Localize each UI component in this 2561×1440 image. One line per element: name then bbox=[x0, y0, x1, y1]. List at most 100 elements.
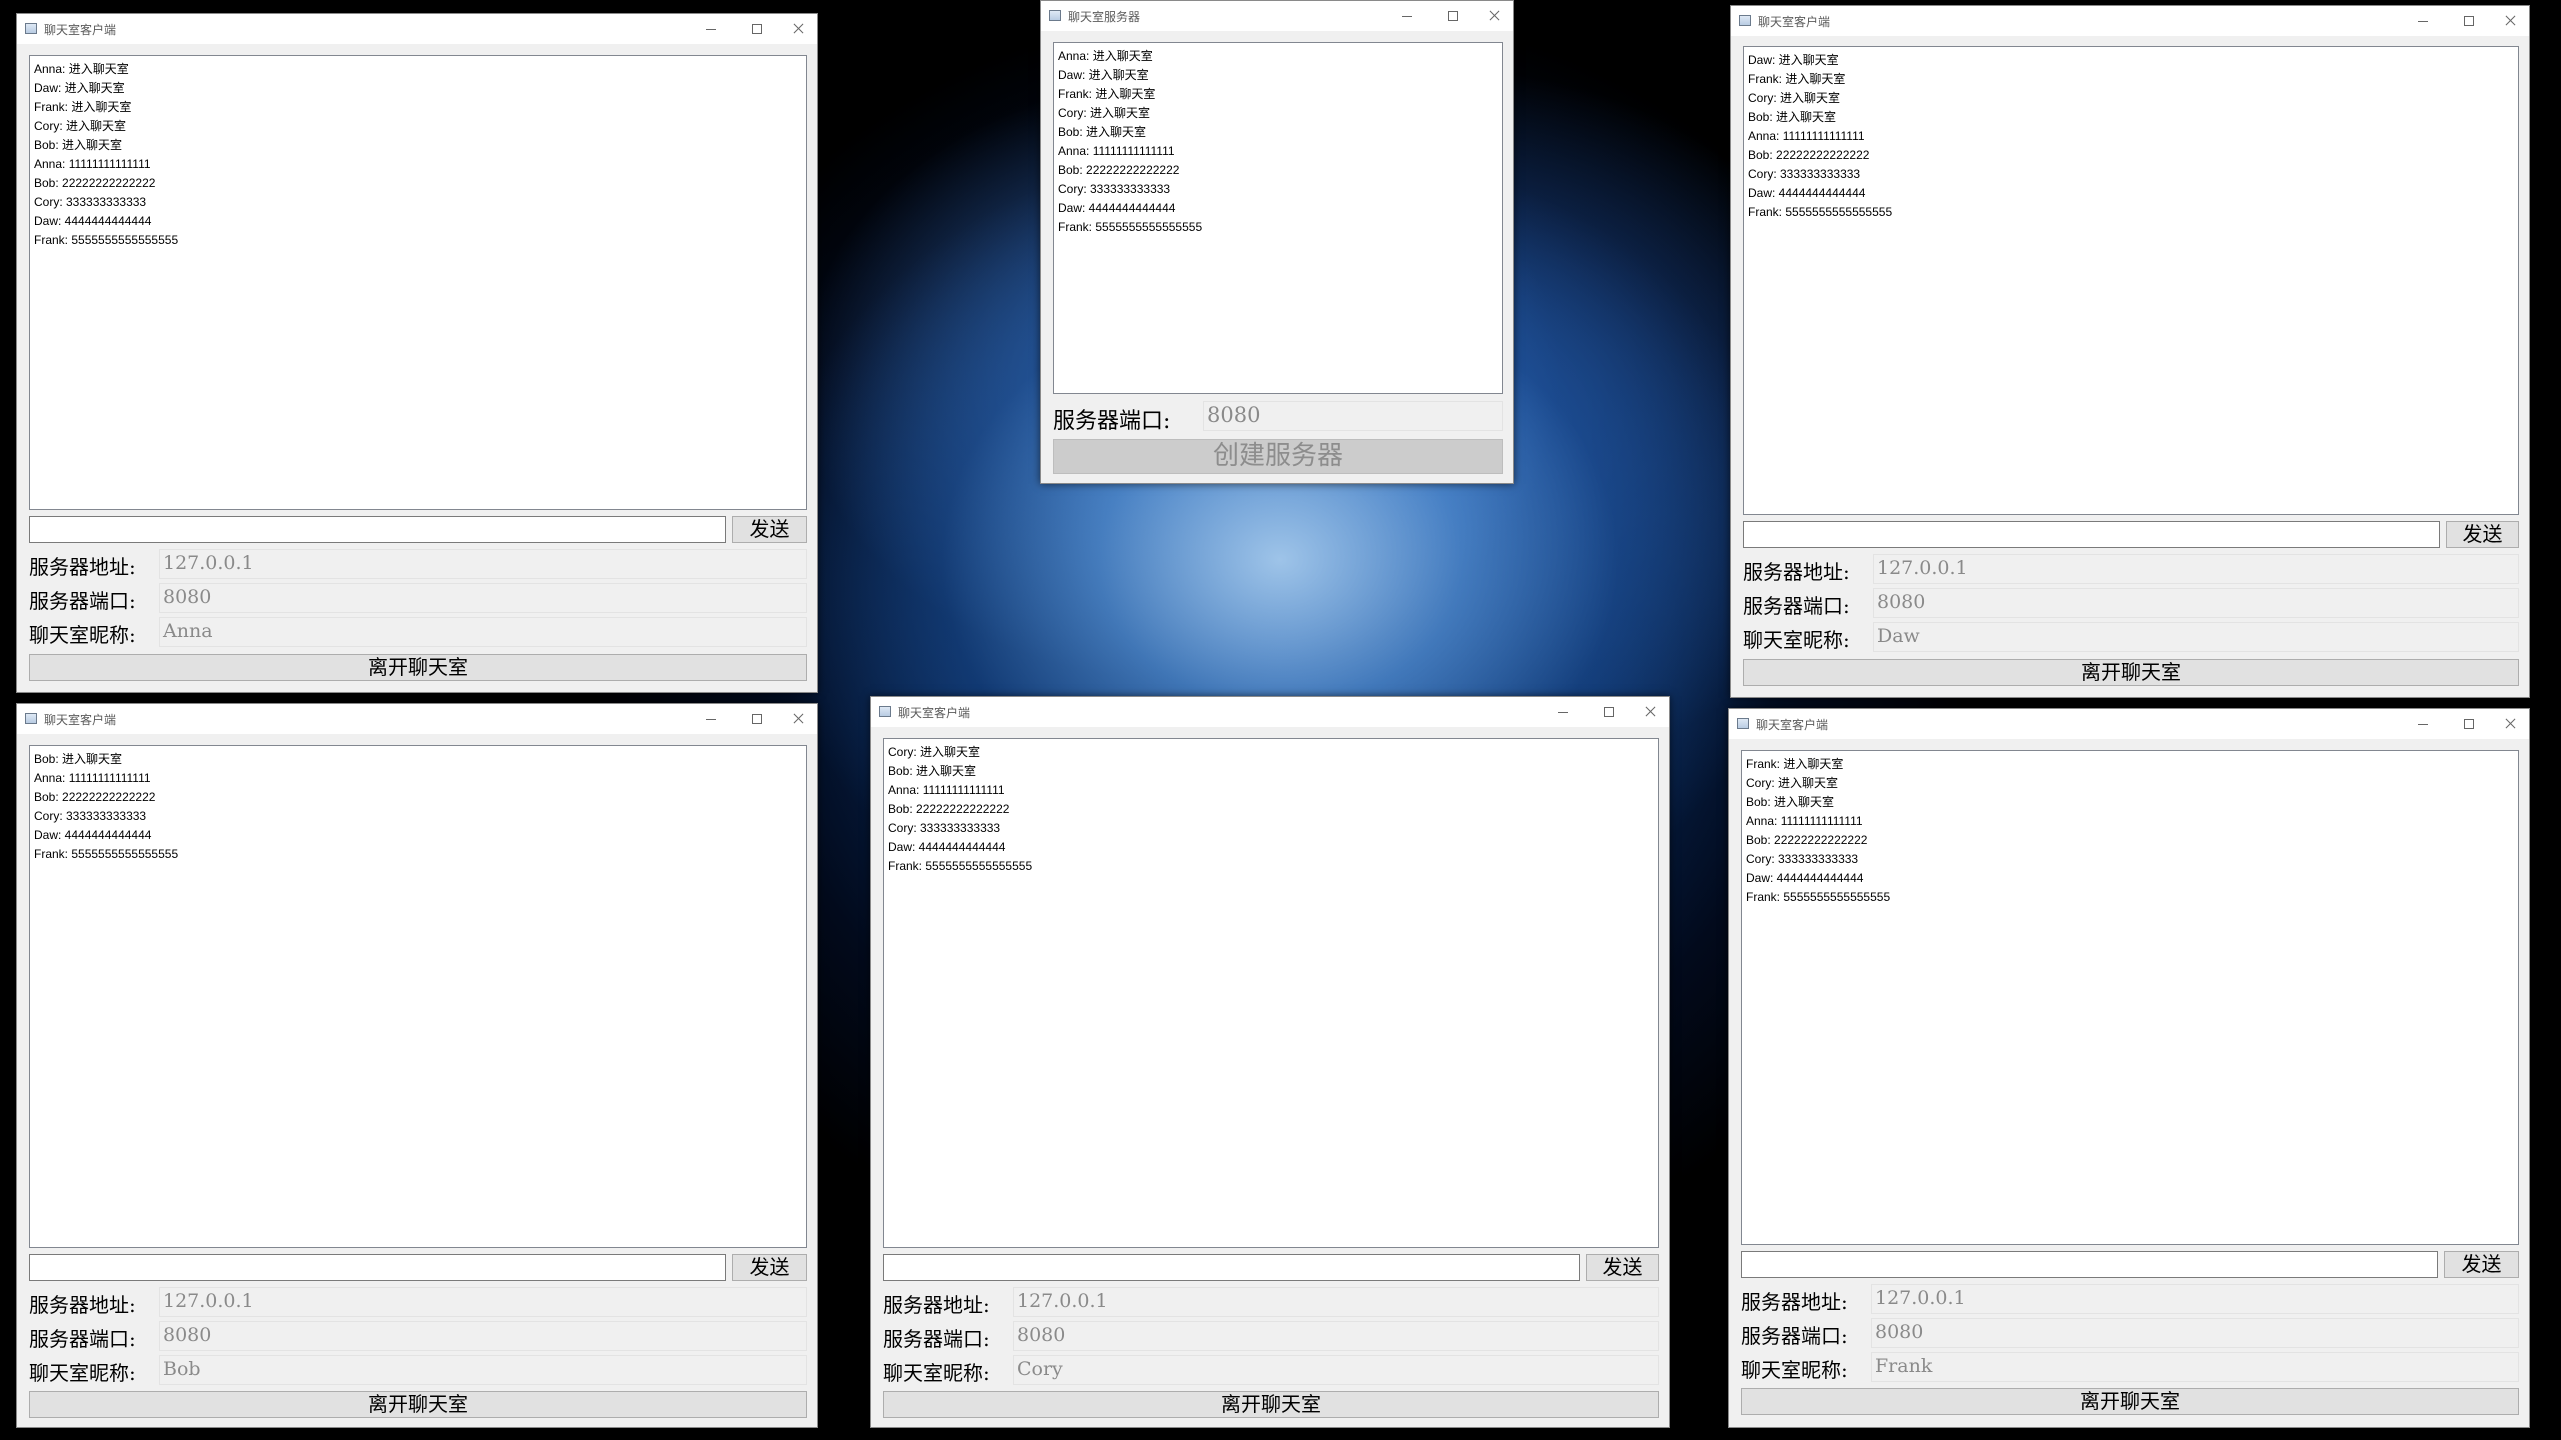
chat-message: Bob: 进入聊天室 bbox=[1748, 110, 1837, 124]
chat-message: Frank: 5555555555555555 bbox=[34, 847, 179, 861]
address-field[interactable]: 127.0.0.1 bbox=[1871, 1284, 2519, 1314]
server-log[interactable]: Anna: 进入聊天室 Daw: 进入聊天室 Frank: 进入聊天室 Cory: 进… bbox=[1053, 42, 1503, 394]
chat-message: Cory: 333333333333 bbox=[1748, 167, 1861, 181]
chat-message: Anna: 进入聊天室 bbox=[34, 62, 129, 76]
chat-message: Frank: 5555555555555555 bbox=[888, 859, 1033, 873]
port-label: 服务器端口: bbox=[883, 1327, 990, 1351]
maximize-icon[interactable] bbox=[743, 708, 771, 730]
chat-log[interactable]: Frank: 进入聊天室 Cory: 进入聊天室 Bob: 进入聊天室 Anna: 1… bbox=[1741, 750, 2519, 1245]
nickname-label: 聊天室昵称: bbox=[29, 1361, 136, 1385]
address-field[interactable]: 127.0.0.1 bbox=[159, 1287, 807, 1317]
chat-message: Bob: 进入聊天室 bbox=[1746, 795, 1835, 809]
address-label: 服务器地址: bbox=[1741, 1290, 1848, 1314]
send-button[interactable]: 发送 bbox=[732, 516, 807, 543]
minimize-icon[interactable] bbox=[2409, 10, 2437, 32]
address-field[interactable]: 127.0.0.1 bbox=[159, 549, 807, 579]
close-icon[interactable] bbox=[1636, 701, 1664, 723]
chat-message: Anna: 11111111111111 bbox=[34, 157, 151, 171]
leave-button[interactable]: 离开聊天室 bbox=[883, 1391, 1659, 1418]
minimize-icon[interactable] bbox=[2409, 713, 2437, 735]
close-icon[interactable] bbox=[784, 708, 812, 730]
port-field[interactable]: 8080 bbox=[1873, 588, 2519, 618]
close-icon[interactable] bbox=[2496, 713, 2524, 735]
chat-log[interactable]: Anna: 进入聊天室 Daw: 进入聊天室 Frank: 进入聊天室 Cory: 进… bbox=[29, 55, 807, 510]
send-button[interactable]: 发送 bbox=[2444, 1251, 2519, 1278]
chat-message: Bob: 22222222222222 bbox=[888, 802, 1010, 816]
chat-message: Anna: 11111111111111 bbox=[1058, 144, 1175, 158]
chat-message: Bob: 22222222222222 bbox=[34, 790, 156, 804]
send-button[interactable]: 发送 bbox=[732, 1254, 807, 1281]
send-button[interactable]: 发送 bbox=[2446, 521, 2519, 548]
port-field[interactable]: 8080 bbox=[1013, 1321, 1659, 1351]
title-bar[interactable]: 聊天室客户端 bbox=[17, 704, 817, 734]
client-window-frank: 聊天室客户端 Frank: 进入聊天室 Cory: 进入聊天室 Bob: 进入聊天室… bbox=[1728, 708, 2530, 1428]
app-icon bbox=[1049, 10, 1061, 21]
minimize-icon[interactable] bbox=[697, 708, 725, 730]
port-label: 服务器端口: bbox=[1743, 594, 1850, 618]
chat-message: Daw: 进入聊天室 bbox=[1058, 68, 1149, 82]
window-title: 聊天室客户端 bbox=[44, 713, 117, 727]
chat-message: Bob: 进入聊天室 bbox=[34, 138, 123, 152]
title-bar[interactable]: 聊天室客户端 bbox=[871, 697, 1669, 727]
chat-message: Cory: 333333333333 bbox=[888, 821, 1001, 835]
chat-message: Cory: 进入聊天室 bbox=[1748, 91, 1841, 105]
chat-message: Frank: 5555555555555555 bbox=[1058, 220, 1203, 234]
minimize-icon[interactable] bbox=[1549, 701, 1577, 723]
create-server-button[interactable]: 创建服务器 bbox=[1053, 439, 1503, 474]
nickname-label: 聊天室昵称: bbox=[29, 623, 136, 647]
send-button[interactable]: 发送 bbox=[1586, 1254, 1659, 1281]
minimize-icon[interactable] bbox=[697, 18, 725, 40]
nickname-field[interactable]: Anna bbox=[159, 617, 807, 647]
chat-message: Daw: 4444444444444 bbox=[888, 840, 1006, 854]
app-icon bbox=[1737, 718, 1749, 729]
chat-message: Cory: 进入聊天室 bbox=[1746, 776, 1839, 790]
address-field[interactable]: 127.0.0.1 bbox=[1873, 554, 2519, 584]
leave-button[interactable]: 离开聊天室 bbox=[29, 654, 807, 681]
maximize-icon[interactable] bbox=[743, 18, 771, 40]
nickname-label: 聊天室昵称: bbox=[883, 1361, 990, 1385]
port-field[interactable]: 8080 bbox=[159, 1321, 807, 1351]
close-icon[interactable] bbox=[2496, 10, 2524, 32]
address-label: 服务器地址: bbox=[29, 555, 136, 579]
port-field[interactable]: 8080 bbox=[1203, 401, 1503, 431]
leave-button[interactable]: 离开聊天室 bbox=[29, 1391, 807, 1418]
close-icon[interactable] bbox=[784, 18, 812, 40]
title-bar[interactable]: 聊天室客户端 bbox=[1731, 6, 2529, 36]
port-field[interactable]: 8080 bbox=[159, 583, 807, 613]
nickname-field[interactable]: Bob bbox=[159, 1355, 807, 1385]
title-bar[interactable]: 聊天室服务器 bbox=[1041, 1, 1513, 31]
nickname-field[interactable]: Cory bbox=[1013, 1355, 1659, 1385]
title-bar[interactable]: 聊天室客户端 bbox=[1729, 709, 2529, 739]
window-title: 聊天室服务器 bbox=[1068, 10, 1141, 24]
address-field[interactable]: 127.0.0.1 bbox=[1013, 1287, 1659, 1317]
chat-message: Cory: 333333333333 bbox=[1058, 182, 1171, 196]
nickname-field[interactable]: Daw bbox=[1873, 622, 2519, 652]
message-input[interactable] bbox=[883, 1254, 1580, 1281]
chat-log[interactable]: Cory: 进入聊天室 Bob: 进入聊天室 Anna: 1111111111111… bbox=[883, 738, 1659, 1248]
chat-log[interactable]: Bob: 进入聊天室 Anna: 11111111111111 Bob: 22222… bbox=[29, 745, 807, 1248]
nickname-field[interactable]: Frank bbox=[1871, 1352, 2519, 1382]
message-input[interactable] bbox=[1741, 1251, 2438, 1278]
close-icon[interactable] bbox=[1480, 5, 1508, 27]
leave-button[interactable]: 离开聊天室 bbox=[1743, 659, 2519, 686]
title-bar[interactable]: 聊天室客户端 bbox=[17, 14, 817, 44]
minimize-icon[interactable] bbox=[1393, 5, 1421, 27]
message-input[interactable] bbox=[29, 516, 726, 543]
chat-message: Frank: 进入聊天室 bbox=[1746, 757, 1844, 771]
maximize-icon[interactable] bbox=[2455, 713, 2483, 735]
maximize-icon[interactable] bbox=[1439, 5, 1467, 27]
leave-button[interactable]: 离开聊天室 bbox=[1741, 1388, 2519, 1415]
chat-message: Cory: 333333333333 bbox=[34, 195, 147, 209]
chat-message: Daw: 进入聊天室 bbox=[34, 81, 125, 95]
chat-message: Bob: 22222222222222 bbox=[1058, 163, 1180, 177]
address-label: 服务器地址: bbox=[29, 1293, 136, 1317]
port-field[interactable]: 8080 bbox=[1871, 1318, 2519, 1348]
app-icon bbox=[879, 706, 891, 717]
maximize-icon[interactable] bbox=[2455, 10, 2483, 32]
chat-message: Bob: 进入聊天室 bbox=[1058, 125, 1147, 139]
chat-message: Daw: 4444444444444 bbox=[1748, 186, 1866, 200]
chat-log[interactable]: Daw: 进入聊天室 Frank: 进入聊天室 Cory: 进入聊天室 Bob: 进入… bbox=[1743, 46, 2519, 515]
message-input[interactable] bbox=[1743, 521, 2440, 548]
maximize-icon[interactable] bbox=[1595, 701, 1623, 723]
message-input[interactable] bbox=[29, 1254, 726, 1281]
